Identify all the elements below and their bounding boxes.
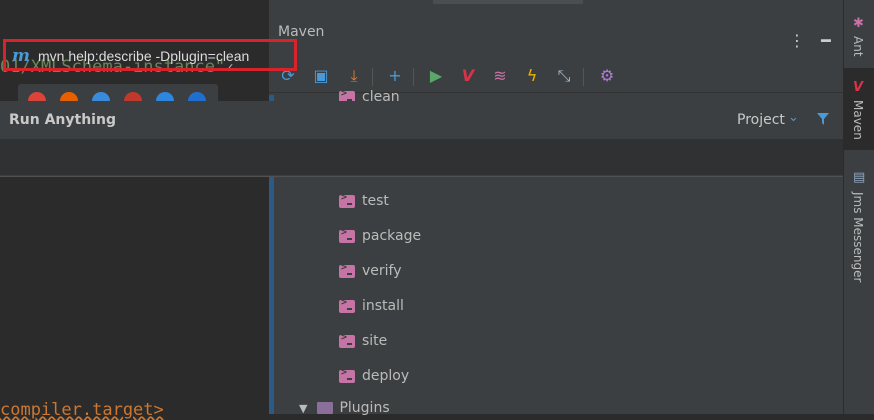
tab-strip-selection — [433, 0, 583, 4]
collapse-all-icon[interactable]: ⤡ — [554, 66, 574, 86]
chevron-down-icon[interactable]: ▼ — [299, 402, 307, 415]
maven-goal-icon — [339, 297, 355, 313]
more-vertical-icon[interactable]: ⋮ — [789, 31, 805, 50]
goal-label: install — [362, 298, 404, 314]
tab-jms-messenger[interactable]: Jms Messenger — [851, 192, 865, 282]
maven-header: Maven ⋮ ━ — [269, 12, 844, 52]
maven-m-icon: m — [12, 46, 30, 66]
toolbar-separator — [372, 68, 373, 86]
maven-goal-icon — [339, 192, 355, 208]
tab-ant[interactable]: Ant — [851, 36, 865, 57]
ant-icon: ✱ — [853, 16, 864, 31]
jms-icon: ▤ — [853, 170, 866, 185]
tab-maven[interactable]: Maven — [851, 100, 865, 140]
chevron-down-icon[interactable]: ⌄ — [788, 110, 799, 125]
maven-tool-window: Maven ⋮ ━ ⟳ ▣ ⤓ + ▶ V ≋ ϟ ⤡ ⚙ clean test… — [268, 0, 844, 416]
lifecycle-item-test[interactable]: test — [339, 190, 389, 212]
toolbar-separator — [583, 68, 584, 86]
goal-label: deploy — [362, 368, 410, 384]
run-anything-input[interactable] — [38, 48, 288, 64]
toggle-offline-icon[interactable]: ≋ — [490, 66, 510, 86]
lifecycle-item-install[interactable]: install — [339, 295, 404, 317]
goal-label: site — [362, 333, 388, 349]
skip-tests-icon[interactable]: ϟ — [522, 66, 542, 86]
goal-label: test — [362, 193, 389, 209]
goal-label: package — [362, 228, 422, 244]
lifecycle-item-package[interactable]: package — [339, 225, 421, 247]
download-sources-icon[interactable]: ⤓ — [344, 66, 364, 86]
settings-icon[interactable]: ⚙ — [597, 66, 617, 86]
toolbar-separator — [413, 68, 414, 86]
maven-goal-icon — [339, 227, 355, 243]
code-text: compiler.target> — [0, 400, 164, 420]
lifecycle-item-site[interactable]: site — [339, 330, 387, 352]
goal-label: verify — [362, 263, 402, 279]
right-tool-stripe: ✱ Ant V Maven ▤ Jms Messenger — [843, 0, 874, 414]
maven-goal-icon — [339, 367, 355, 383]
minimize-icon[interactable]: ━ — [821, 31, 831, 50]
add-icon[interactable]: + — [385, 66, 405, 86]
run-anything-title: Run Anything — [9, 112, 116, 128]
maven-goal-icon — [339, 262, 355, 278]
lifecycle-item-verify[interactable]: verify — [339, 260, 402, 282]
folder-icon — [317, 402, 334, 414]
run-anything-input-row — [0, 139, 843, 175]
maven-goal-icon — [339, 332, 355, 348]
reimport-folder-icon[interactable]: ▣ — [311, 66, 331, 86]
execute-maven-goal-icon[interactable]: V — [458, 66, 478, 86]
maven-title: Maven — [278, 24, 325, 40]
lifecycle-item-deploy[interactable]: deploy — [339, 365, 409, 387]
code-line: compiler.target> — [0, 400, 164, 420]
maven-icon: V — [853, 80, 864, 95]
filter-icon[interactable] — [816, 112, 830, 126]
scope-dropdown[interactable]: Project — [737, 112, 785, 128]
run-icon[interactable]: ▶ — [426, 66, 446, 86]
run-anything-popup: Run Anything Project ⌄ — [0, 101, 843, 177]
